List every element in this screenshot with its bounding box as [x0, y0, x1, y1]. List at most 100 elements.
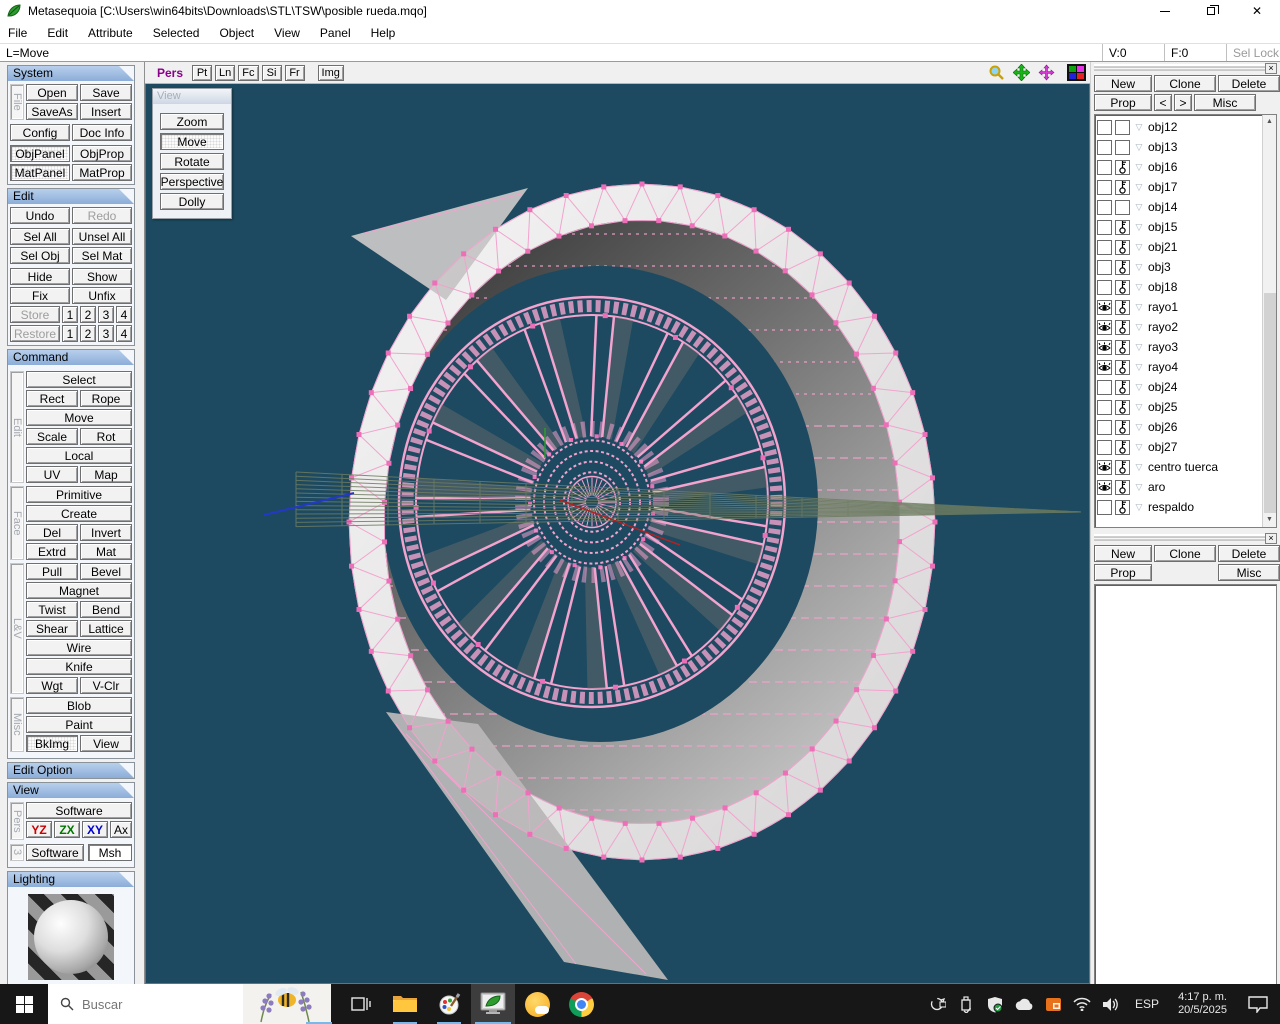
- lighting-panel-header[interactable]: Lighting: [8, 872, 134, 887]
- lock-checkbox[interactable]: [1115, 440, 1130, 455]
- lock-checkbox[interactable]: [1115, 160, 1130, 175]
- extrd-command[interactable]: Extrd: [26, 543, 78, 560]
- expand-icon[interactable]: ▽: [1133, 162, 1145, 173]
- menu-item-help[interactable]: Help: [371, 26, 396, 40]
- expand-icon[interactable]: ▽: [1133, 422, 1145, 433]
- expand-icon[interactable]: ▽: [1133, 342, 1145, 353]
- object-new-button[interactable]: New: [1094, 75, 1152, 92]
- weather-app-button[interactable]: [515, 984, 559, 1024]
- visibility-checkbox[interactable]: [1097, 220, 1112, 235]
- taskbar-clock[interactable]: 4:17 p. m. 20/5/2025: [1172, 991, 1233, 1017]
- expand-icon[interactable]: ▽: [1133, 482, 1145, 493]
- lock-checkbox[interactable]: [1115, 180, 1130, 195]
- object-row[interactable]: ▽obj13: [1097, 137, 1276, 157]
- yz-view-button[interactable]: YZ: [26, 821, 52, 838]
- volume-tray-icon[interactable]: [1100, 997, 1122, 1012]
- object-name[interactable]: obj27: [1148, 440, 1177, 454]
- object-name[interactable]: obj24: [1148, 380, 1177, 394]
- expand-icon[interactable]: ▽: [1133, 142, 1145, 153]
- config-button[interactable]: Config: [10, 124, 70, 141]
- scroll-down-icon[interactable]: ▼: [1263, 513, 1276, 527]
- visibility-checkbox[interactable]: [1097, 340, 1112, 355]
- visibility-checkbox[interactable]: [1097, 120, 1112, 135]
- visibility-checkbox[interactable]: [1097, 300, 1112, 315]
- start-button[interactable]: [0, 984, 48, 1024]
- software-render2-button[interactable]: Software: [26, 844, 84, 861]
- lock-checkbox[interactable]: [1115, 280, 1130, 295]
- expand-icon[interactable]: ▽: [1133, 262, 1145, 273]
- lock-checkbox[interactable]: [1115, 360, 1130, 375]
- menu-item-selected[interactable]: Selected: [153, 26, 200, 40]
- paint-command[interactable]: Paint: [26, 716, 132, 733]
- expand-icon[interactable]: ▽: [1133, 362, 1145, 373]
- graphics-tray-icon[interactable]: [1042, 997, 1064, 1012]
- command-panel-header[interactable]: Command: [8, 350, 134, 365]
- sel-mat-button[interactable]: Sel Mat: [72, 247, 132, 264]
- object-row[interactable]: ▽rayo2: [1097, 317, 1276, 337]
- object-row[interactable]: ▽obj25: [1097, 397, 1276, 417]
- view-palette-dolly-button[interactable]: Dolly: [160, 193, 224, 210]
- 3d-viewport[interactable]: View ZoomMoveRotatePerspectiveDolly: [145, 84, 1090, 984]
- light-sphere[interactable]: [34, 900, 108, 974]
- material-palette-icon[interactable]: [1067, 64, 1086, 81]
- object-row[interactable]: ▽obj3: [1097, 257, 1276, 277]
- bkimg-command[interactable]: BkImg: [26, 735, 78, 752]
- view-palette-zoom-button[interactable]: Zoom: [160, 113, 224, 130]
- object-row[interactable]: ▽obj26: [1097, 417, 1276, 437]
- fix-button[interactable]: Fix: [10, 287, 70, 304]
- matprop-button[interactable]: MatProp: [72, 164, 132, 181]
- software-render-button[interactable]: Software: [26, 802, 132, 819]
- object-row[interactable]: ▽centro tuerca: [1097, 457, 1276, 477]
- notification-center-button[interactable]: [1240, 995, 1276, 1013]
- object-clone-button[interactable]: Clone: [1154, 75, 1216, 92]
- object-row[interactable]: ▽obj16: [1097, 157, 1276, 177]
- move-command[interactable]: Move: [26, 409, 132, 426]
- object-name[interactable]: obj25: [1148, 400, 1177, 414]
- objpanel-button[interactable]: ObjPanel: [10, 145, 70, 162]
- unfix-button[interactable]: Unfix: [72, 287, 132, 304]
- msh-button[interactable]: Msh: [88, 844, 132, 861]
- expand-icon[interactable]: ▽: [1133, 502, 1145, 513]
- object-row[interactable]: ▽obj21: [1097, 237, 1276, 257]
- visibility-checkbox[interactable]: [1097, 380, 1112, 395]
- object-list-scrollbar[interactable]: ▲ ▼: [1262, 115, 1276, 527]
- object-row[interactable]: ▽obj17: [1097, 177, 1276, 197]
- chrome-button[interactable]: [559, 984, 603, 1024]
- invert-command[interactable]: Invert: [80, 524, 132, 541]
- search-highlight-image[interactable]: [243, 984, 331, 1024]
- object-name[interactable]: obj3: [1148, 260, 1171, 274]
- language-indicator[interactable]: ESP: [1129, 997, 1165, 1011]
- primitive-command[interactable]: Primitive: [26, 486, 132, 503]
- lock-checkbox[interactable]: [1115, 500, 1130, 515]
- lattice-command[interactable]: Lattice: [80, 620, 132, 637]
- object-row[interactable]: ▽obj24: [1097, 377, 1276, 397]
- xy-view-button[interactable]: XY: [82, 821, 108, 838]
- restore-button[interactable]: Restore: [10, 325, 60, 342]
- onedrive-tray-icon[interactable]: [1013, 998, 1035, 1011]
- usb-tray-icon[interactable]: [955, 996, 977, 1013]
- view-panel-header[interactable]: View: [8, 783, 134, 798]
- object-prop-button[interactable]: Prop: [1094, 94, 1152, 111]
- store-slot-2[interactable]: 2: [80, 306, 96, 323]
- object-name[interactable]: obj21: [1148, 240, 1177, 254]
- ax-view-button[interactable]: Ax: [110, 821, 132, 838]
- lock-checkbox[interactable]: [1115, 480, 1130, 495]
- lock-checkbox[interactable]: [1115, 240, 1130, 255]
- object-prev-button[interactable]: <: [1154, 94, 1172, 111]
- object-row[interactable]: ▽rayo4: [1097, 357, 1276, 377]
- metasequoia-taskbar-button[interactable]: [471, 984, 515, 1024]
- edit-option-panel-header[interactable]: Edit Option: [8, 763, 134, 778]
- expand-icon[interactable]: ▽: [1133, 242, 1145, 253]
- search-input[interactable]: [82, 997, 212, 1012]
- visibility-checkbox[interactable]: [1097, 180, 1112, 195]
- lock-checkbox[interactable]: [1115, 320, 1130, 335]
- hide-button[interactable]: Hide: [10, 268, 70, 285]
- menu-item-file[interactable]: File: [8, 26, 27, 40]
- tab-fc[interactable]: Fc: [238, 65, 258, 81]
- expand-icon[interactable]: ▽: [1133, 222, 1145, 233]
- visibility-checkbox[interactable]: [1097, 400, 1112, 415]
- light-direction-widget[interactable]: [28, 894, 114, 980]
- visibility-checkbox[interactable]: [1097, 480, 1112, 495]
- open-button[interactable]: Open: [26, 84, 78, 101]
- rope-command[interactable]: Rope: [80, 390, 132, 407]
